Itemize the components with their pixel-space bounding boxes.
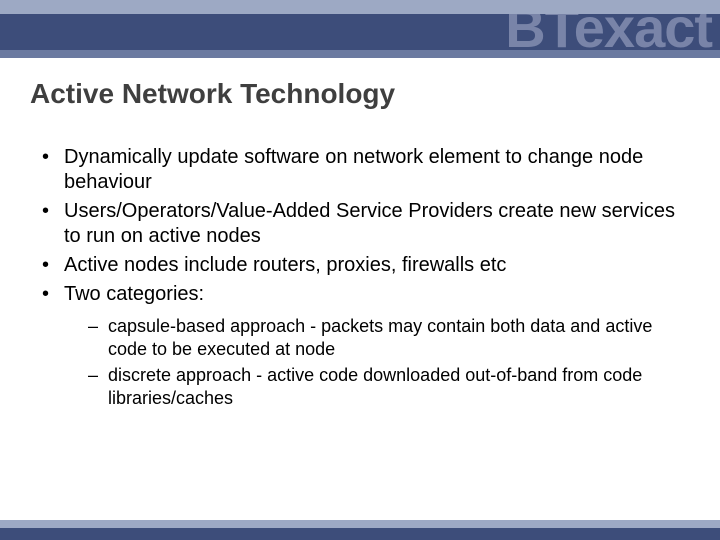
bullet-list: Dynamically update software on network e… [38,145,680,409]
sub-bullet-item: discrete approach - active code download… [88,364,680,409]
bullet-text: Users/Operators/Value-Added Service Prov… [64,200,675,247]
sub-bullet-list: capsule-based approach - packets may con… [64,315,680,409]
footer-band [0,520,720,540]
bullet-item: Two categories: capsule-based approach -… [38,282,680,409]
bullet-item: Active nodes include routers, proxies, f… [38,253,680,278]
bullet-item: Dynamically update software on network e… [38,145,680,195]
header-stripe-light [0,0,720,14]
footer-stripe-light [0,520,720,528]
bullet-item: Users/Operators/Value-Added Service Prov… [38,199,680,249]
bullet-text: Active nodes include routers, proxies, f… [64,254,506,276]
sub-bullet-text: capsule-based approach - packets may con… [108,316,652,359]
bullet-text: Two categories: [64,283,204,305]
brand-logo: BTexact [505,14,712,50]
header-stripe-bottom [0,50,720,58]
header-band: BTexact [0,0,720,58]
footer-stripe-dark [0,528,720,540]
header-stripe-dark: BTexact [0,14,720,50]
bullet-text: Dynamically update software on network e… [64,146,643,193]
sub-bullet-text: discrete approach - active code download… [108,365,642,408]
sub-bullet-item: capsule-based approach - packets may con… [88,315,680,360]
slide-title: Active Network Technology [30,78,395,110]
slide-content: Dynamically update software on network e… [38,145,680,413]
